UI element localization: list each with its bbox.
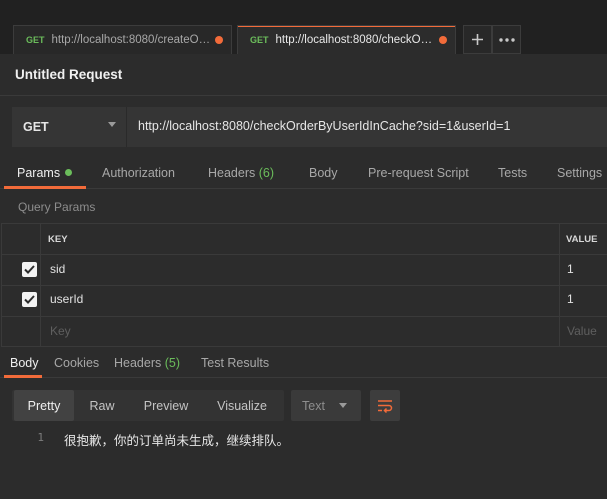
tab-headers[interactable]: Headers (6) [208, 166, 274, 180]
param-key-cell[interactable]: userId [50, 292, 83, 306]
visualize-button[interactable]: Visualize [204, 390, 280, 421]
tab-url-label: http://localhost:8080/createOrd... [51, 34, 211, 46]
checkmark-icon [24, 265, 35, 274]
unsaved-indicator-icon [439, 36, 447, 44]
request-title[interactable]: Untitled Request [15, 67, 122, 82]
tab-tests[interactable]: Tests [498, 166, 527, 180]
new-param-value-input[interactable]: Value [567, 324, 597, 338]
pretty-button[interactable]: Pretty [14, 390, 74, 421]
column-header-key: KEY [48, 234, 68, 245]
query-params-heading: Query Params [18, 200, 96, 214]
preview-button[interactable]: Preview [132, 390, 200, 421]
request-tab-create-order[interactable]: GET http://localhost:8080/createOrd... [13, 25, 232, 54]
new-tab-button[interactable] [463, 25, 492, 54]
wrap-lines-button[interactable] [370, 390, 400, 421]
tab-response-body[interactable]: Body [10, 356, 39, 370]
more-horizontal-icon [498, 37, 515, 42]
active-tab-indicator [4, 186, 86, 189]
param-checkbox[interactable] [22, 292, 37, 307]
tab-params-label: Params [17, 166, 61, 180]
wrap-lines-icon [378, 399, 393, 413]
checkmark-icon [24, 295, 35, 304]
divider [1, 285, 607, 286]
request-tab-check-order[interactable]: GET http://localhost:8080/checkOrd... [237, 25, 456, 54]
divider [1, 254, 607, 255]
chevron-down-icon [339, 403, 347, 408]
tab-options-button[interactable] [492, 25, 521, 54]
tab-body[interactable]: Body [309, 166, 338, 180]
line-number: 1 [37, 431, 44, 444]
tab-authorization[interactable]: Authorization [102, 166, 175, 180]
raw-button[interactable]: Raw [76, 390, 128, 421]
param-value-cell[interactable]: 1 [567, 292, 574, 306]
unsaved-indicator-icon [215, 36, 223, 44]
response-headers-count: (5) [164, 356, 181, 370]
tab-method-label: GET [26, 35, 45, 45]
divider [40, 223, 41, 347]
tab-test-results[interactable]: Test Results [201, 356, 269, 370]
column-header-value: VALUE [566, 234, 598, 245]
tab-params[interactable]: Params [17, 166, 73, 180]
new-param-key-input[interactable]: Key [50, 324, 71, 338]
tab-cookies[interactable]: Cookies [54, 356, 99, 370]
response-type-select[interactable]: Text [291, 390, 361, 421]
divider [1, 316, 607, 317]
param-checkbox[interactable] [22, 262, 37, 277]
chevron-down-icon [108, 122, 116, 127]
active-tab-indicator [4, 375, 42, 378]
param-key-cell[interactable]: sid [50, 262, 65, 276]
divider [0, 95, 607, 96]
tab-pre-request-script[interactable]: Pre-request Script [368, 166, 469, 180]
divider [126, 107, 127, 147]
tab-method-label: GET [250, 35, 269, 45]
tab-response-headers-label: Headers [114, 356, 162, 370]
tab-settings[interactable]: Settings [557, 166, 602, 180]
active-dot-icon [65, 169, 73, 176]
method-select[interactable]: GET [12, 107, 126, 147]
response-body-text: 很抱歉，你的订单尚未生成，继续排队。 [64, 434, 290, 448]
tab-url-label: http://localhost:8080/checkOrd... [275, 34, 435, 46]
divider [559, 223, 560, 347]
headers-count: (6) [258, 166, 275, 180]
tab-headers-label: Headers [208, 166, 256, 180]
param-value-cell[interactable]: 1 [567, 262, 574, 276]
url-input[interactable]: http://localhost:8080/checkOrderByUserId… [138, 119, 510, 133]
plus-icon [472, 34, 483, 45]
tab-response-headers[interactable]: Headers (5) [114, 356, 180, 370]
